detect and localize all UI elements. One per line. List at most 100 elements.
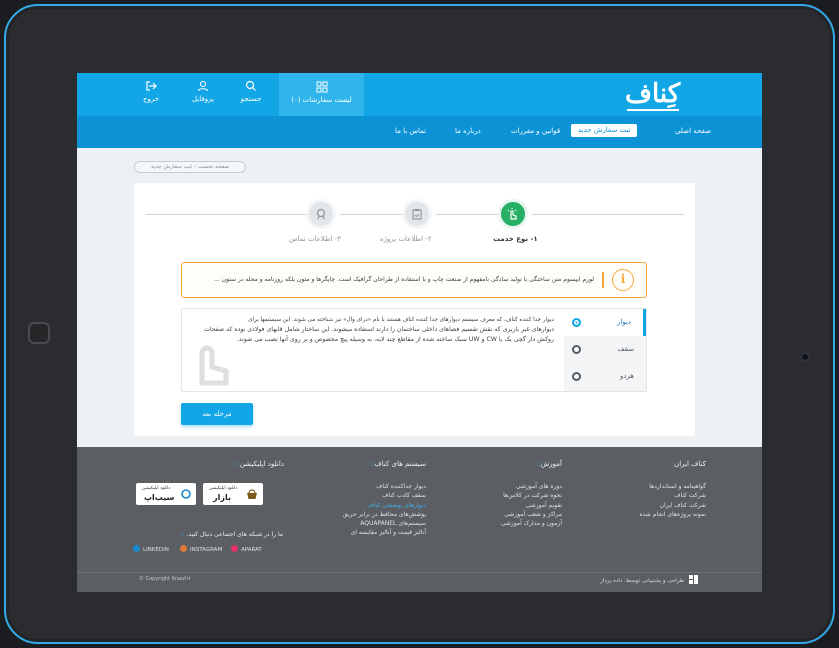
copyright: © Copyright Knauf.ir bbox=[139, 576, 191, 582]
step-3-label: ۳- اطلاعات تماس bbox=[289, 235, 342, 243]
knauf-logo[interactable]: کِناف bbox=[625, 79, 681, 109]
footer-divider bbox=[77, 572, 762, 573]
next-step-button[interactable]: مرحله بعد bbox=[181, 403, 253, 425]
step-2-label: ۲- اطلاعات پروژه bbox=[380, 235, 432, 243]
badge-caption: دانلود اپلیکیشن bbox=[209, 486, 238, 491]
grid-icon bbox=[316, 81, 327, 93]
service-type-selector: دیوار جدا کننده کناف، که معرف سیستم دیوا… bbox=[181, 308, 647, 392]
footer-heading: سیستم های کناف bbox=[374, 460, 426, 468]
option-ceiling[interactable]: سقف bbox=[564, 336, 646, 363]
bazaar-label: بازار bbox=[213, 493, 231, 502]
nav-new-order[interactable]: ثبت سفارش جدید bbox=[571, 124, 638, 137]
step-connector bbox=[340, 214, 403, 215]
order-list-label: لیست سفارشات (۰) bbox=[291, 96, 352, 104]
instagram-icon bbox=[180, 545, 187, 552]
nav-home[interactable]: صفحه اصلی bbox=[675, 127, 711, 135]
linkedin-link[interactable]: LINKEDIN bbox=[133, 545, 169, 553]
search-button[interactable]: جستجو bbox=[229, 80, 273, 104]
pointer-hand-icon bbox=[507, 208, 517, 220]
option-label: هردو bbox=[619, 372, 634, 380]
footer-link[interactable]: نحوه شرکت در کلاس‌ها bbox=[462, 491, 562, 500]
designer-logo-icon bbox=[689, 575, 698, 584]
social-label: LINKEDIN bbox=[143, 547, 169, 553]
home-button[interactable] bbox=[28, 322, 50, 344]
footer-heading: کناف ایران bbox=[674, 460, 706, 468]
footer-link-active[interactable]: دیوارهای پوششی کناف bbox=[316, 501, 426, 510]
nav-about[interactable]: درباره ما bbox=[455, 127, 481, 135]
footer-col-training: آموزش:: دوره های آموزشی نحوه شرکت در کلا… bbox=[462, 460, 562, 528]
option-list: دیوار سقف هردو bbox=[564, 309, 646, 391]
notice-text: لورم ایپسوم متن ساختگی با تولید سادگی نا… bbox=[214, 276, 594, 283]
footer-link[interactable]: دیوار جداکننده کناف bbox=[316, 482, 426, 491]
instagram-link[interactable]: INSTAGRAM bbox=[180, 545, 222, 553]
aparat-link[interactable]: APARAT bbox=[231, 545, 262, 553]
credit-text: طراحی و پشتیبانی توسط: داده پرداز bbox=[600, 578, 685, 584]
footer-link[interactable]: دوره های آموزشی bbox=[462, 482, 562, 491]
footer-link[interactable]: سیستم‌های AQUAPANEL bbox=[316, 519, 426, 528]
bazaar-icon bbox=[247, 489, 257, 499]
logout-button[interactable]: خروج bbox=[129, 80, 173, 104]
info-notice: i لورم ایپسوم متن ساختگی با تولید سادگی … bbox=[181, 262, 647, 298]
nav-rules[interactable]: قوانین و مقررات bbox=[511, 127, 560, 135]
footer-heading: دانلود اپلیکیشن bbox=[239, 460, 284, 468]
option-label: دیوار bbox=[616, 318, 631, 326]
step-2-circle bbox=[402, 199, 432, 229]
breadcrumb[interactable]: صفحه نخست › ثبت سفارش جدید bbox=[134, 161, 246, 173]
description-line: روکش دار گچی یک یا CW و UW سبک ساخته شده… bbox=[236, 336, 554, 343]
footer-link[interactable]: مراکز و شعب آموزشی bbox=[462, 510, 562, 519]
notice-divider bbox=[602, 272, 604, 288]
design-credit: طراحی و پشتیبانی توسط: داده پرداز bbox=[600, 575, 698, 584]
footer-link[interactable]: گواهینامه و استانداردها bbox=[606, 482, 706, 491]
badge-caption: دانلود اپلیکیشن bbox=[142, 486, 171, 491]
logout-icon bbox=[146, 81, 157, 91]
social-title-text: ما را در شبکه های اجتماعی دنبال کنید. bbox=[186, 531, 283, 538]
search-label: جستجو bbox=[240, 95, 262, 103]
user-icon bbox=[197, 80, 209, 92]
order-list-button[interactable]: لیست سفارشات (۰) bbox=[279, 73, 364, 116]
footer: کناف ایران:: گواهینامه و استانداردها شرک… bbox=[77, 447, 762, 592]
logout-label: خروج bbox=[142, 95, 160, 103]
description-line: دیوار جدا کننده کناف، که معرف سیستم دیوا… bbox=[248, 317, 554, 323]
step-3-circle bbox=[306, 199, 336, 229]
footer-link[interactable]: آنالیز قیمت و آنالیز مقایسه ای bbox=[316, 528, 426, 537]
footer-link[interactable]: شرکت کناف ایران bbox=[606, 501, 706, 510]
description-line: دیوارهای غیر باربری که نقش تقسیم فضاهای … bbox=[204, 326, 554, 333]
sibapp-label: سیب‌اپ bbox=[144, 493, 175, 502]
footer-link[interactable]: پوشش‌های محافظ در برابر حریق bbox=[316, 510, 426, 519]
clipboard-icon bbox=[412, 209, 422, 220]
service-description: دیوار جدا کننده کناف، که معرف سیستم دیوا… bbox=[192, 315, 554, 345]
bazaar-download-badge[interactable]: دانلود اپلیکیشن بازار bbox=[203, 483, 263, 505]
option-both[interactable]: هردو bbox=[564, 363, 646, 390]
info-icon: i bbox=[612, 269, 634, 291]
camera-dot bbox=[801, 353, 809, 361]
step-connector bbox=[436, 214, 498, 215]
social-label: INSTAGRAM bbox=[190, 547, 223, 553]
radio-selected[interactable] bbox=[572, 318, 581, 327]
step-connector bbox=[532, 214, 684, 215]
nav-contact[interactable]: تماس با ما bbox=[395, 127, 426, 135]
footer-col-systems: سیستم های کناف:: دیوار جداکننده کناف سقف… bbox=[316, 460, 426, 538]
step-1-label: ۱- نوع خدمت bbox=[493, 235, 538, 243]
sibapp-download-badge[interactable]: دانلود اپلیکیشن سیب‌اپ bbox=[136, 483, 196, 505]
footer-link[interactable]: سقف کاذب کناف bbox=[316, 491, 426, 500]
search-icon bbox=[245, 80, 256, 91]
aparat-icon bbox=[231, 545, 238, 552]
footer-link[interactable]: نمونه پروژه‌های انجام شده bbox=[606, 510, 706, 519]
contact-icon bbox=[316, 208, 326, 220]
option-wall[interactable]: دیوار bbox=[564, 309, 646, 336]
radio-unselected[interactable] bbox=[572, 372, 581, 381]
footer-link[interactable]: تقویم آموزشی bbox=[462, 501, 562, 510]
footer-link[interactable]: شرکت کناف bbox=[606, 491, 706, 500]
step-1-circle bbox=[498, 199, 528, 229]
social-title: ما را در شبکه های اجتماعی دنبال کنید. :: bbox=[180, 531, 284, 538]
sibapp-icon bbox=[181, 489, 191, 499]
footer-link[interactable]: آزمون و مدارک آموزشی bbox=[462, 519, 562, 528]
footer-col-knauf: کناف ایران:: گواهینامه و استانداردها شرک… bbox=[606, 460, 706, 519]
footer-heading: آموزش bbox=[540, 460, 562, 468]
step-connector bbox=[146, 214, 306, 215]
social-label: APARAT bbox=[241, 547, 262, 553]
screen: خروج پروفایل جستجو لیست سفارشات (۰) کِنا… bbox=[77, 73, 762, 592]
radio-unselected[interactable] bbox=[572, 345, 581, 354]
profile-button[interactable]: پروفایل bbox=[181, 80, 225, 104]
linkedin-icon bbox=[133, 545, 140, 552]
